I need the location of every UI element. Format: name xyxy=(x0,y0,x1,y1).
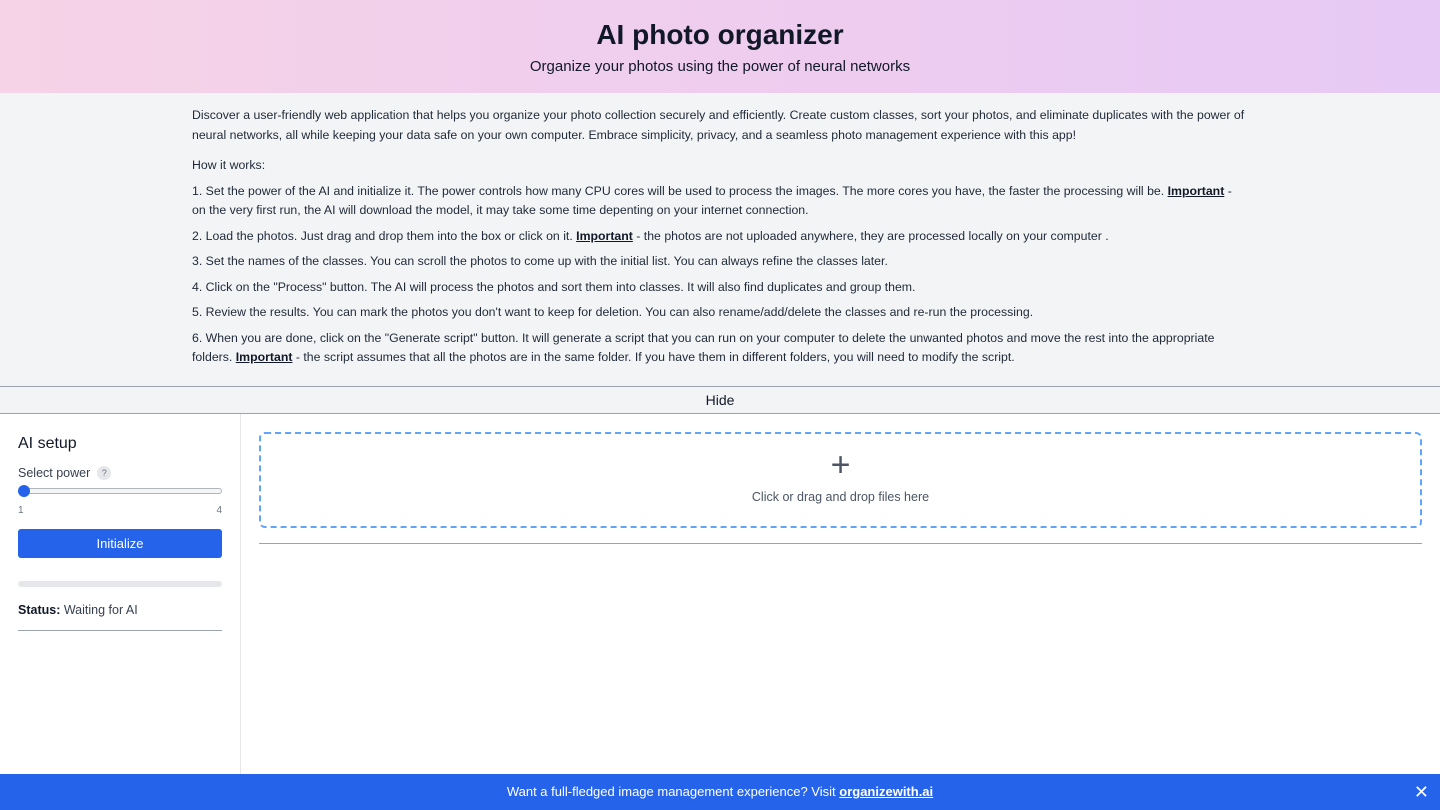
step-item: 4. Click on the "Process" button. The AI… xyxy=(192,278,1248,298)
plus-icon: + xyxy=(830,446,851,484)
close-icon[interactable]: ✕ xyxy=(1414,774,1429,810)
step-item: 2. Load the photos. Just drag and drop t… xyxy=(192,227,1248,247)
step-item: 5. Review the results. You can mark the … xyxy=(192,303,1248,323)
power-label-row: Select power ? xyxy=(18,466,222,480)
power-label: Select power xyxy=(18,466,91,480)
slider-track[interactable] xyxy=(18,488,222,494)
file-dropzone[interactable]: + Click or drag and drop files here xyxy=(259,432,1422,528)
initialize-button[interactable]: Initialize xyxy=(18,529,222,558)
promo-banner: Want a full-fledged image management exp… xyxy=(0,774,1440,810)
step-item: 1. Set the power of the AI and initializ… xyxy=(192,182,1248,221)
hide-info-button[interactable]: Hide xyxy=(0,386,1440,414)
info-section: Discover a user-friendly web application… xyxy=(0,93,1440,386)
slider-min-label: 1 xyxy=(18,505,24,516)
page-subtitle: Organize your photos using the power of … xyxy=(529,58,911,75)
step-item: 6. When you are done, click on the "Gene… xyxy=(192,329,1248,368)
ai-setup-panel: AI setup Select power ? 1 4 Initialize S… xyxy=(0,414,241,774)
slider-ticks: 1 4 xyxy=(18,505,222,516)
important-label: Important xyxy=(576,228,633,243)
status-label: Status: xyxy=(18,603,61,617)
step-text-after: - the photos are not uploaded anywhere, … xyxy=(632,228,1109,243)
important-label: Important xyxy=(235,350,293,364)
status-value: Waiting for AI xyxy=(60,603,138,617)
main-area: AI setup Select power ? 1 4 Initialize S… xyxy=(0,414,1440,774)
content-divider xyxy=(259,543,1422,544)
step-text: 4. Click on the "Process" button. The AI… xyxy=(192,279,916,294)
step-text: 3. Set the names of the classes. You can… xyxy=(192,254,888,268)
slider-thumb[interactable] xyxy=(18,485,30,497)
progress-bar xyxy=(18,581,222,587)
important-label: Important xyxy=(1167,183,1225,198)
page-header: AI photo organizer Organize your photos … xyxy=(0,0,1440,93)
ai-setup-title: AI setup xyxy=(18,435,77,452)
content-area: + Click or drag and drop files here xyxy=(241,414,1440,774)
step-text: 5. Review the results. You can mark the … xyxy=(192,305,1034,319)
dropzone-text: Click or drag and drop files here xyxy=(751,490,930,504)
intro-text: Discover a user-friendly web application… xyxy=(192,108,1245,142)
promo-text: Want a full-fledged image management exp… xyxy=(506,784,840,799)
step-text-after: - the script assumes that all the photos… xyxy=(292,350,1015,364)
page-title: AI photo organizer xyxy=(596,19,844,50)
step-text: 1. Set the power of the AI and initializ… xyxy=(192,183,1168,198)
steps-list: 1. Set the power of the AI and initializ… xyxy=(192,182,1248,368)
step-item: 3. Set the names of the classes. You can… xyxy=(192,252,1248,272)
promo-link[interactable]: organizewith.ai xyxy=(839,784,933,799)
step-text: 2. Load the photos. Just drag and drop t… xyxy=(192,228,577,243)
status-line: Status: Waiting for AI xyxy=(18,603,222,631)
how-it-works-heading: How it works: xyxy=(192,158,266,172)
power-slider[interactable] xyxy=(18,485,222,497)
help-icon[interactable]: ? xyxy=(97,466,112,480)
slider-max-label: 4 xyxy=(216,505,222,516)
